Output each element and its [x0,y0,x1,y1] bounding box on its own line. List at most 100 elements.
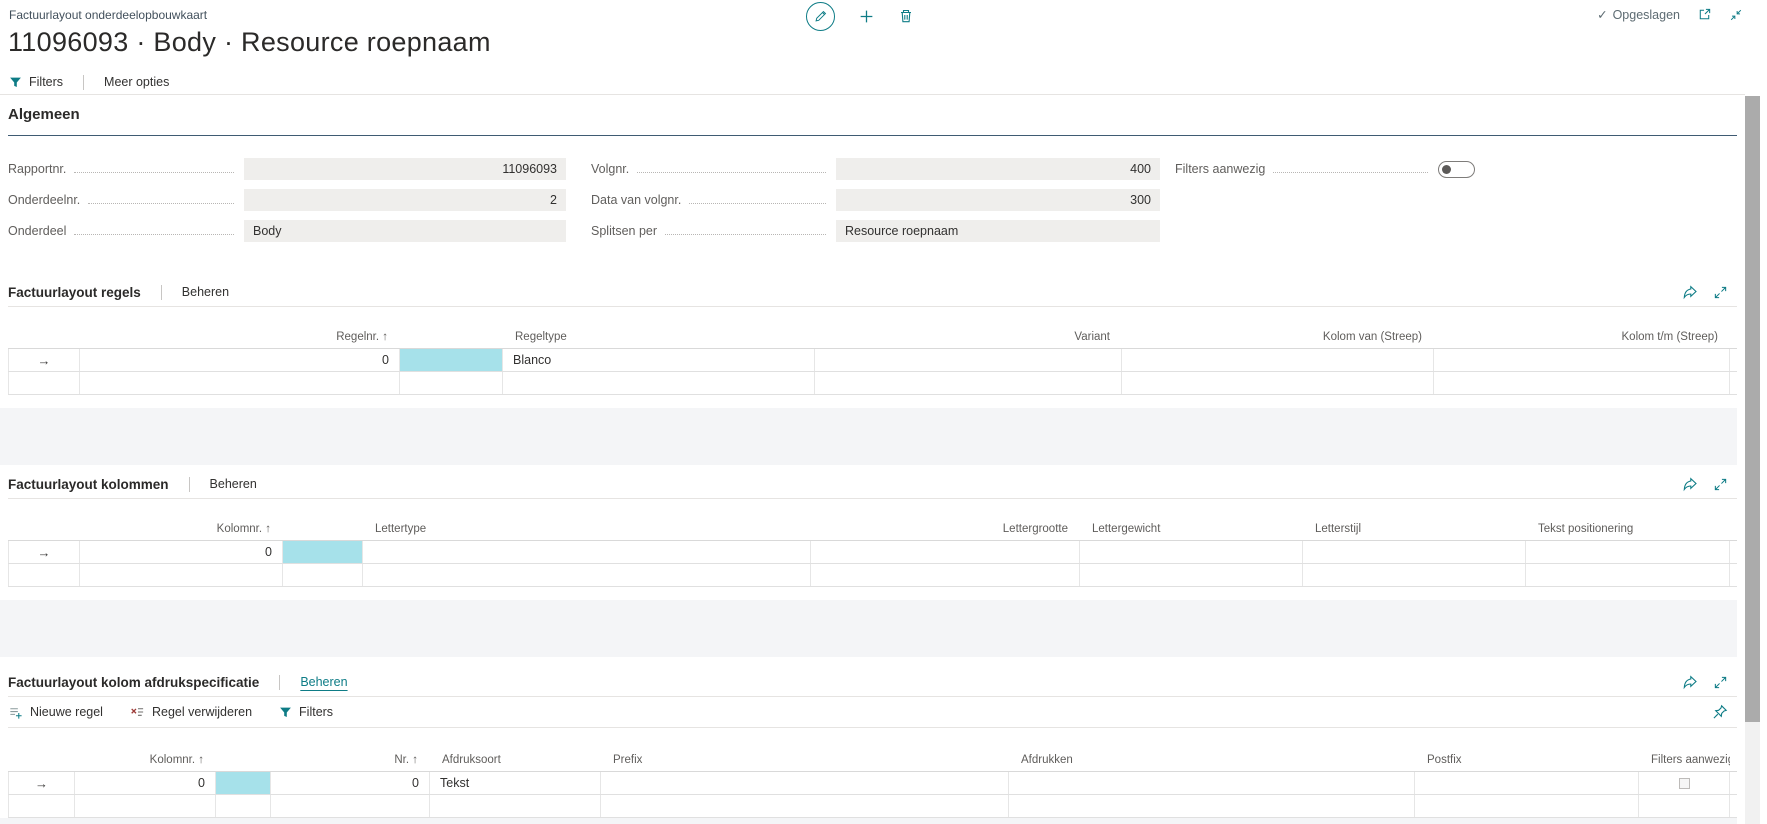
col-header-kolomnr[interactable]: Kolomnr. ↑ [80,523,283,535]
table-row-empty[interactable] [8,372,1737,395]
regels-caption: Factuurlayout regels [8,285,141,300]
onderdeelnr-input[interactable]: 2 [244,189,566,211]
collapse-button[interactable] [1729,8,1743,22]
table-row[interactable]: → 0 Blanco [8,349,1737,372]
kolommen-manage-button[interactable]: Beheren [210,477,257,491]
cell-regelnr[interactable]: 0 [80,349,400,371]
new-line-label: Nieuwe regel [30,705,103,719]
section-filler [0,818,1737,824]
afdruk-table-header: Kolomnr. ↑ Nr. ↑ Afdruksoort Prefix Afdr… [8,754,1737,771]
save-status: ✓ Opgeslagen [1597,7,1680,22]
cell-lettertype[interactable] [363,541,811,563]
selected-cell[interactable] [216,772,271,794]
field-onderdeel: Onderdeel Body [8,220,566,242]
field-onderdeelnr: Onderdeelnr. 2 [8,189,566,211]
cell-regeltype[interactable]: Blanco [503,349,815,371]
cell-kolom-van[interactable] [1122,349,1434,371]
col-header-letterstijl[interactable]: Letterstijl [1303,523,1526,535]
cell-lettergewicht[interactable] [1080,541,1303,563]
toggle-knob [1442,165,1451,174]
cell-lettergrootte[interactable] [811,541,1080,563]
divider [279,675,280,690]
col-header-regeltype[interactable]: Regeltype [503,331,815,343]
share-icon[interactable] [1682,476,1698,492]
table-row-empty[interactable] [8,564,1737,587]
share-icon[interactable] [1682,674,1698,690]
regels-table-body: → 0 Blanco [8,348,1737,395]
check-icon: ✓ [1597,7,1607,22]
dotted-leader [1273,171,1428,173]
delete-line-button[interactable]: Regel verwijderen [130,705,252,720]
cell-nr[interactable]: 0 [271,772,430,794]
row-indicator-icon: → [8,349,80,371]
field-label: Splitsen per [591,224,657,238]
field-label: Onderdeelnr. [8,193,80,207]
funnel-icon [9,76,22,89]
col-header-kolom-van[interactable]: Kolom van (Streep) [1122,331,1434,343]
filters-aanwezig-toggle[interactable] [1438,161,1475,178]
scrollbar-thumb[interactable] [1745,96,1760,722]
splitsen-per-input[interactable]: Resource roepnaam [836,220,1160,242]
pin-button[interactable] [1712,704,1737,720]
dotted-leader [637,171,826,173]
cell-kolom-tm[interactable] [1434,349,1730,371]
data-van-volgnr-input[interactable]: 300 [836,189,1160,211]
col-header-postfix[interactable]: Postfix [1415,754,1639,766]
cell-variant[interactable] [815,349,1122,371]
cell-afdrukken[interactable] [1009,772,1415,794]
new-line-button[interactable]: Nieuwe regel [8,705,103,720]
expand-section-icon[interactable] [1713,285,1728,300]
grid-filters-button[interactable]: Filters [279,705,333,719]
col-header-lettergrootte[interactable]: Lettergrootte [811,523,1080,535]
new-line-icon [8,705,23,720]
col-header-variant[interactable]: Variant [815,331,1122,343]
filters-aanwezig-checkbox [1679,778,1690,789]
volgnr-input[interactable]: 400 [836,158,1160,180]
col-header-kolom-tm[interactable]: Kolom t/m (Streep) [1434,331,1730,343]
cell-kolomnr[interactable]: 0 [75,772,216,794]
expand-section-icon[interactable] [1713,477,1728,492]
cell-prefix[interactable] [601,772,1009,794]
cell-postfix[interactable] [1415,772,1639,794]
new-button[interactable] [858,8,875,25]
cell-kolomnr[interactable]: 0 [80,541,283,563]
table-row[interactable]: → 0 [8,541,1737,564]
col-header-tekst-positionering[interactable]: Tekst positionering [1526,523,1730,535]
filter-bar: Filters Meer opties [0,70,1745,95]
cell-tekst-positionering[interactable] [1526,541,1730,563]
cell-filters-aanwezig[interactable] [1639,772,1730,794]
filters-button[interactable]: Filters [9,75,63,89]
delete-line-label: Regel verwijderen [152,705,252,719]
vertical-scrollbar[interactable] [1745,96,1760,824]
col-header-kolomnr[interactable]: Kolomnr. ↑ [75,754,216,766]
afdruk-table-body: → 0 0 Tekst [8,771,1737,818]
selected-cell[interactable] [400,349,503,371]
col-header-lettergewicht[interactable]: Lettergewicht [1080,523,1303,535]
edit-button[interactable] [806,2,835,31]
col-header-regelnr[interactable]: Regelnr. ↑ [80,331,400,343]
delete-button[interactable] [898,8,914,24]
divider [83,75,84,90]
algemeen-caption[interactable]: Algemeen [8,106,1737,136]
cell-letterstijl[interactable] [1303,541,1526,563]
share-icon[interactable] [1682,284,1698,300]
breadcrumb[interactable]: Factuurlayout onderdeelopbouwkaart [9,8,207,22]
regels-manage-button[interactable]: Beheren [182,285,229,299]
afdruk-manage-button[interactable]: Beheren [300,675,347,689]
table-row-empty[interactable] [8,795,1737,818]
onderdeel-input[interactable]: Body [244,220,566,242]
divider [189,477,190,492]
cell-afdruksoort[interactable]: Tekst [430,772,601,794]
more-options-button[interactable]: Meer opties [104,75,169,89]
rapportnr-input[interactable]: 11096093 [244,158,566,180]
expand-section-icon[interactable] [1713,675,1728,690]
selected-cell[interactable] [283,541,363,563]
col-header-nr[interactable]: Nr. ↑ [271,754,430,766]
col-header-lettertype[interactable]: Lettertype [363,523,811,535]
col-header-afdrukken[interactable]: Afdrukken [1009,754,1415,766]
col-header-filters-aanwezig[interactable]: Filters aanwezig [1639,754,1730,766]
col-header-afdruksoort[interactable]: Afdruksoort [430,754,601,766]
col-header-prefix[interactable]: Prefix [601,754,1009,766]
popout-button[interactable] [1697,7,1712,22]
table-row[interactable]: → 0 0 Tekst [8,772,1737,795]
